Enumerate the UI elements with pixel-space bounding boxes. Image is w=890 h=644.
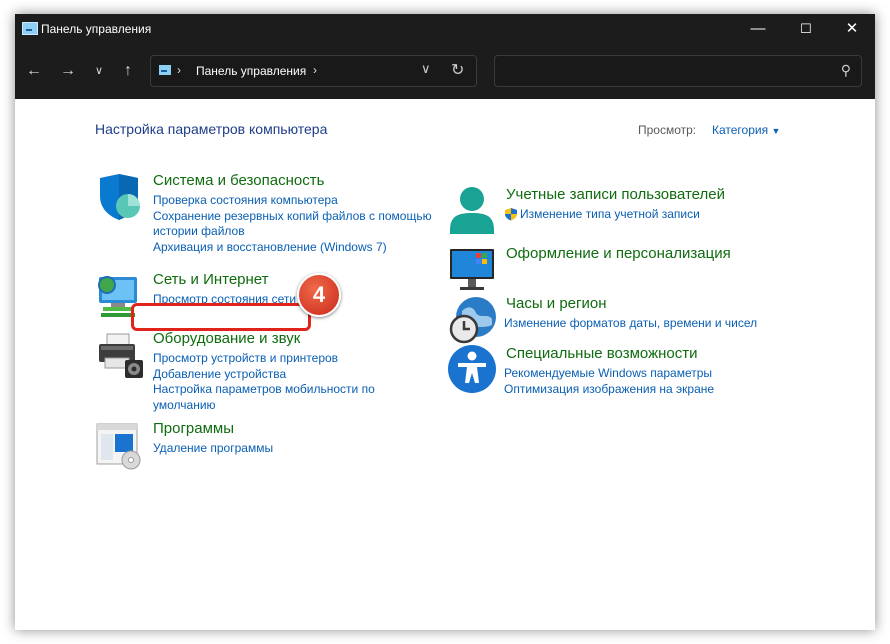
task-link[interactable]: Сохранение резервных копий файлов с помо… bbox=[153, 209, 443, 225]
category-title[interactable]: Сеть и Интернет bbox=[153, 271, 269, 288]
task-link[interactable]: Удаление программы bbox=[153, 441, 443, 457]
control-panel-icon bbox=[22, 22, 38, 35]
chevron-down-icon[interactable]: ▼ bbox=[771, 126, 780, 136]
category-title[interactable]: Часы и регион bbox=[506, 295, 607, 312]
task-link[interactable]: истории файлов bbox=[153, 224, 443, 240]
control-panel-icon bbox=[159, 65, 171, 75]
view-by-label: Просмотр: bbox=[638, 123, 697, 137]
task-link[interactable]: Рекомендуемые Windows параметры bbox=[504, 366, 794, 382]
address-dropdown-icon[interactable]: ∨ bbox=[421, 61, 431, 77]
breadcrumb-chevron-icon[interactable]: › bbox=[313, 63, 317, 77]
search-box[interactable]: ⚲ bbox=[494, 55, 862, 87]
up-arrow-icon[interactable]: ↑ bbox=[117, 60, 139, 82]
search-icon[interactable]: ⚲ bbox=[841, 62, 851, 79]
category-title[interactable]: Учетные записи пользователей bbox=[506, 186, 725, 203]
address-bar[interactable]: › Панель управления › ∨ ↻ bbox=[150, 55, 477, 87]
task-link[interactable]: умолчанию bbox=[153, 398, 443, 414]
breadcrumb-control-panel[interactable]: Панель управления bbox=[196, 64, 306, 78]
task-link[interactable]: Настройка параметров мобильности по bbox=[153, 382, 443, 398]
uac-shield-icon bbox=[505, 208, 517, 221]
view-by-value[interactable]: Категория bbox=[712, 123, 768, 137]
user-icon[interactable] bbox=[448, 186, 498, 236]
category-title[interactable]: Оборудование и звук bbox=[153, 330, 300, 347]
minimize-button[interactable]: — bbox=[735, 14, 781, 44]
window-title: Панель управления bbox=[41, 22, 152, 36]
clock-globe-icon[interactable] bbox=[448, 295, 498, 345]
title-bar: Панель управления — ☐ ✕ bbox=[15, 14, 875, 44]
task-link[interactable]: Просмотр устройств и принтеров bbox=[153, 351, 443, 367]
programs-icon[interactable] bbox=[95, 420, 145, 470]
category-title[interactable]: Программы bbox=[153, 420, 234, 437]
task-link[interactable]: Добавление устройства bbox=[153, 367, 443, 383]
maximize-button[interactable]: ☐ bbox=[783, 14, 829, 44]
navigation-toolbar: ← → ∨ ↑ › Панель управления › ∨ ↻ ⚲ bbox=[15, 44, 875, 99]
search-input[interactable] bbox=[501, 60, 825, 82]
display-icon[interactable] bbox=[448, 245, 498, 295]
refresh-icon[interactable]: ↻ bbox=[451, 60, 464, 80]
task-link[interactable]: Оптимизация изображения на экране bbox=[504, 382, 794, 398]
highlight-box bbox=[131, 303, 311, 331]
breadcrumb-chevron-icon[interactable]: › bbox=[177, 63, 181, 77]
task-link[interactable]: Изменение типа учетной записи bbox=[504, 207, 794, 223]
page-title: Настройка параметров компьютера bbox=[95, 121, 328, 137]
back-arrow-icon[interactable]: ← bbox=[23, 60, 45, 82]
task-link-label[interactable]: Изменение типа учетной записи bbox=[520, 207, 700, 221]
printer-icon[interactable] bbox=[95, 330, 145, 380]
task-link[interactable]: Изменение форматов даты, времени и чисел bbox=[504, 316, 794, 332]
category-title[interactable]: Система и безопасность bbox=[153, 172, 324, 189]
close-button[interactable]: ✕ bbox=[829, 14, 875, 44]
view-by-dropdown[interactable]: Категория ▼ bbox=[712, 123, 780, 137]
main-content: Настройка параметров компьютера Просмотр… bbox=[15, 99, 875, 630]
step-number-badge: 4 bbox=[297, 273, 341, 317]
accessibility-icon[interactable] bbox=[448, 345, 498, 395]
category-title[interactable]: Оформление и персонализация bbox=[506, 245, 731, 262]
forward-arrow-icon[interactable]: → bbox=[57, 60, 79, 82]
shield-icon[interactable] bbox=[95, 172, 145, 222]
recent-locations-chevron-icon[interactable]: ∨ bbox=[88, 60, 110, 82]
task-link[interactable]: Проверка состояния компьютера bbox=[153, 193, 443, 209]
category-title[interactable]: Специальные возможности bbox=[506, 345, 698, 362]
task-link[interactable]: Архивация и восстановление (Windows 7) bbox=[153, 240, 443, 256]
